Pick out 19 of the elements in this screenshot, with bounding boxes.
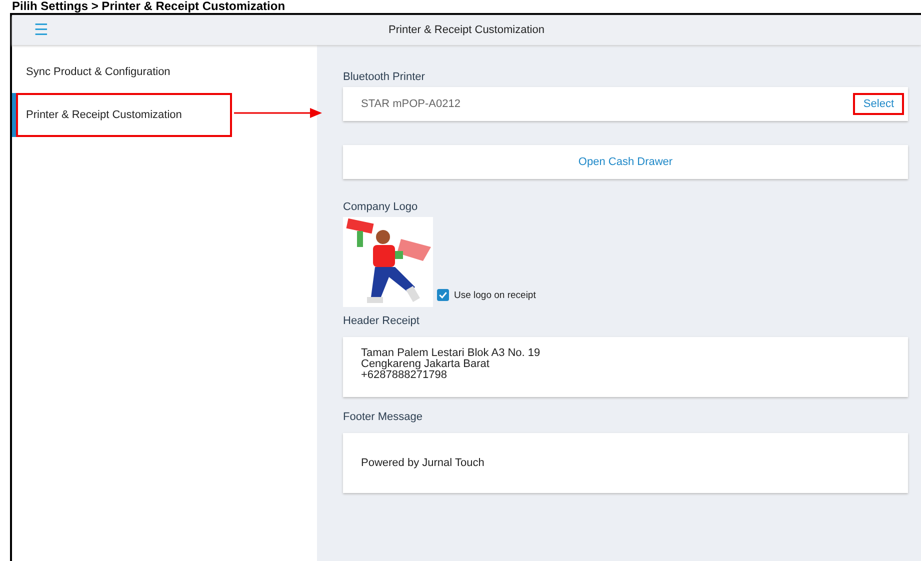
checkbox[interactable] xyxy=(437,289,449,301)
open-cash-drawer-button[interactable]: Open Cash Drawer xyxy=(343,145,908,179)
caption-text: Pilih Settings > Printer & Receipt Customization xyxy=(11,0,286,13)
section-label: Footer Message xyxy=(343,411,424,423)
footer-message-field[interactable]: Powered by Jurnal Touch xyxy=(343,433,908,493)
header-receipt-field[interactable]: Taman Palem Lestari Blok A3 No. 19 Cengkareng Jakarta Barat +6287888271798 xyxy=(343,337,908,397)
printer-name: STAR mPOP-A0212 xyxy=(361,98,460,110)
footer-text: Powered by Jurnal Touch xyxy=(361,457,484,469)
header-line: +6287888271798 xyxy=(361,370,448,381)
sidebar-item[interactable]: Printer & Receipt Customization xyxy=(12,93,232,137)
section-label: Company Logo xyxy=(343,201,419,213)
header-line: Cengkareng Jakarta Barat xyxy=(361,359,490,370)
header-line: Taman Palem Lestari Blok A3 No. 19 xyxy=(361,348,542,359)
section-label: Header Receipt xyxy=(343,315,420,327)
select-button[interactable]: Select xyxy=(855,95,902,113)
section-label: Bluetooth Printer xyxy=(343,71,426,83)
use-logo-checkbox[interactable]: Use logo on receipt xyxy=(437,289,536,301)
window-title: Printer & Receipt Customization xyxy=(388,24,544,36)
sidebar-item[interactable]: Sync Product & Configuration xyxy=(12,55,232,89)
